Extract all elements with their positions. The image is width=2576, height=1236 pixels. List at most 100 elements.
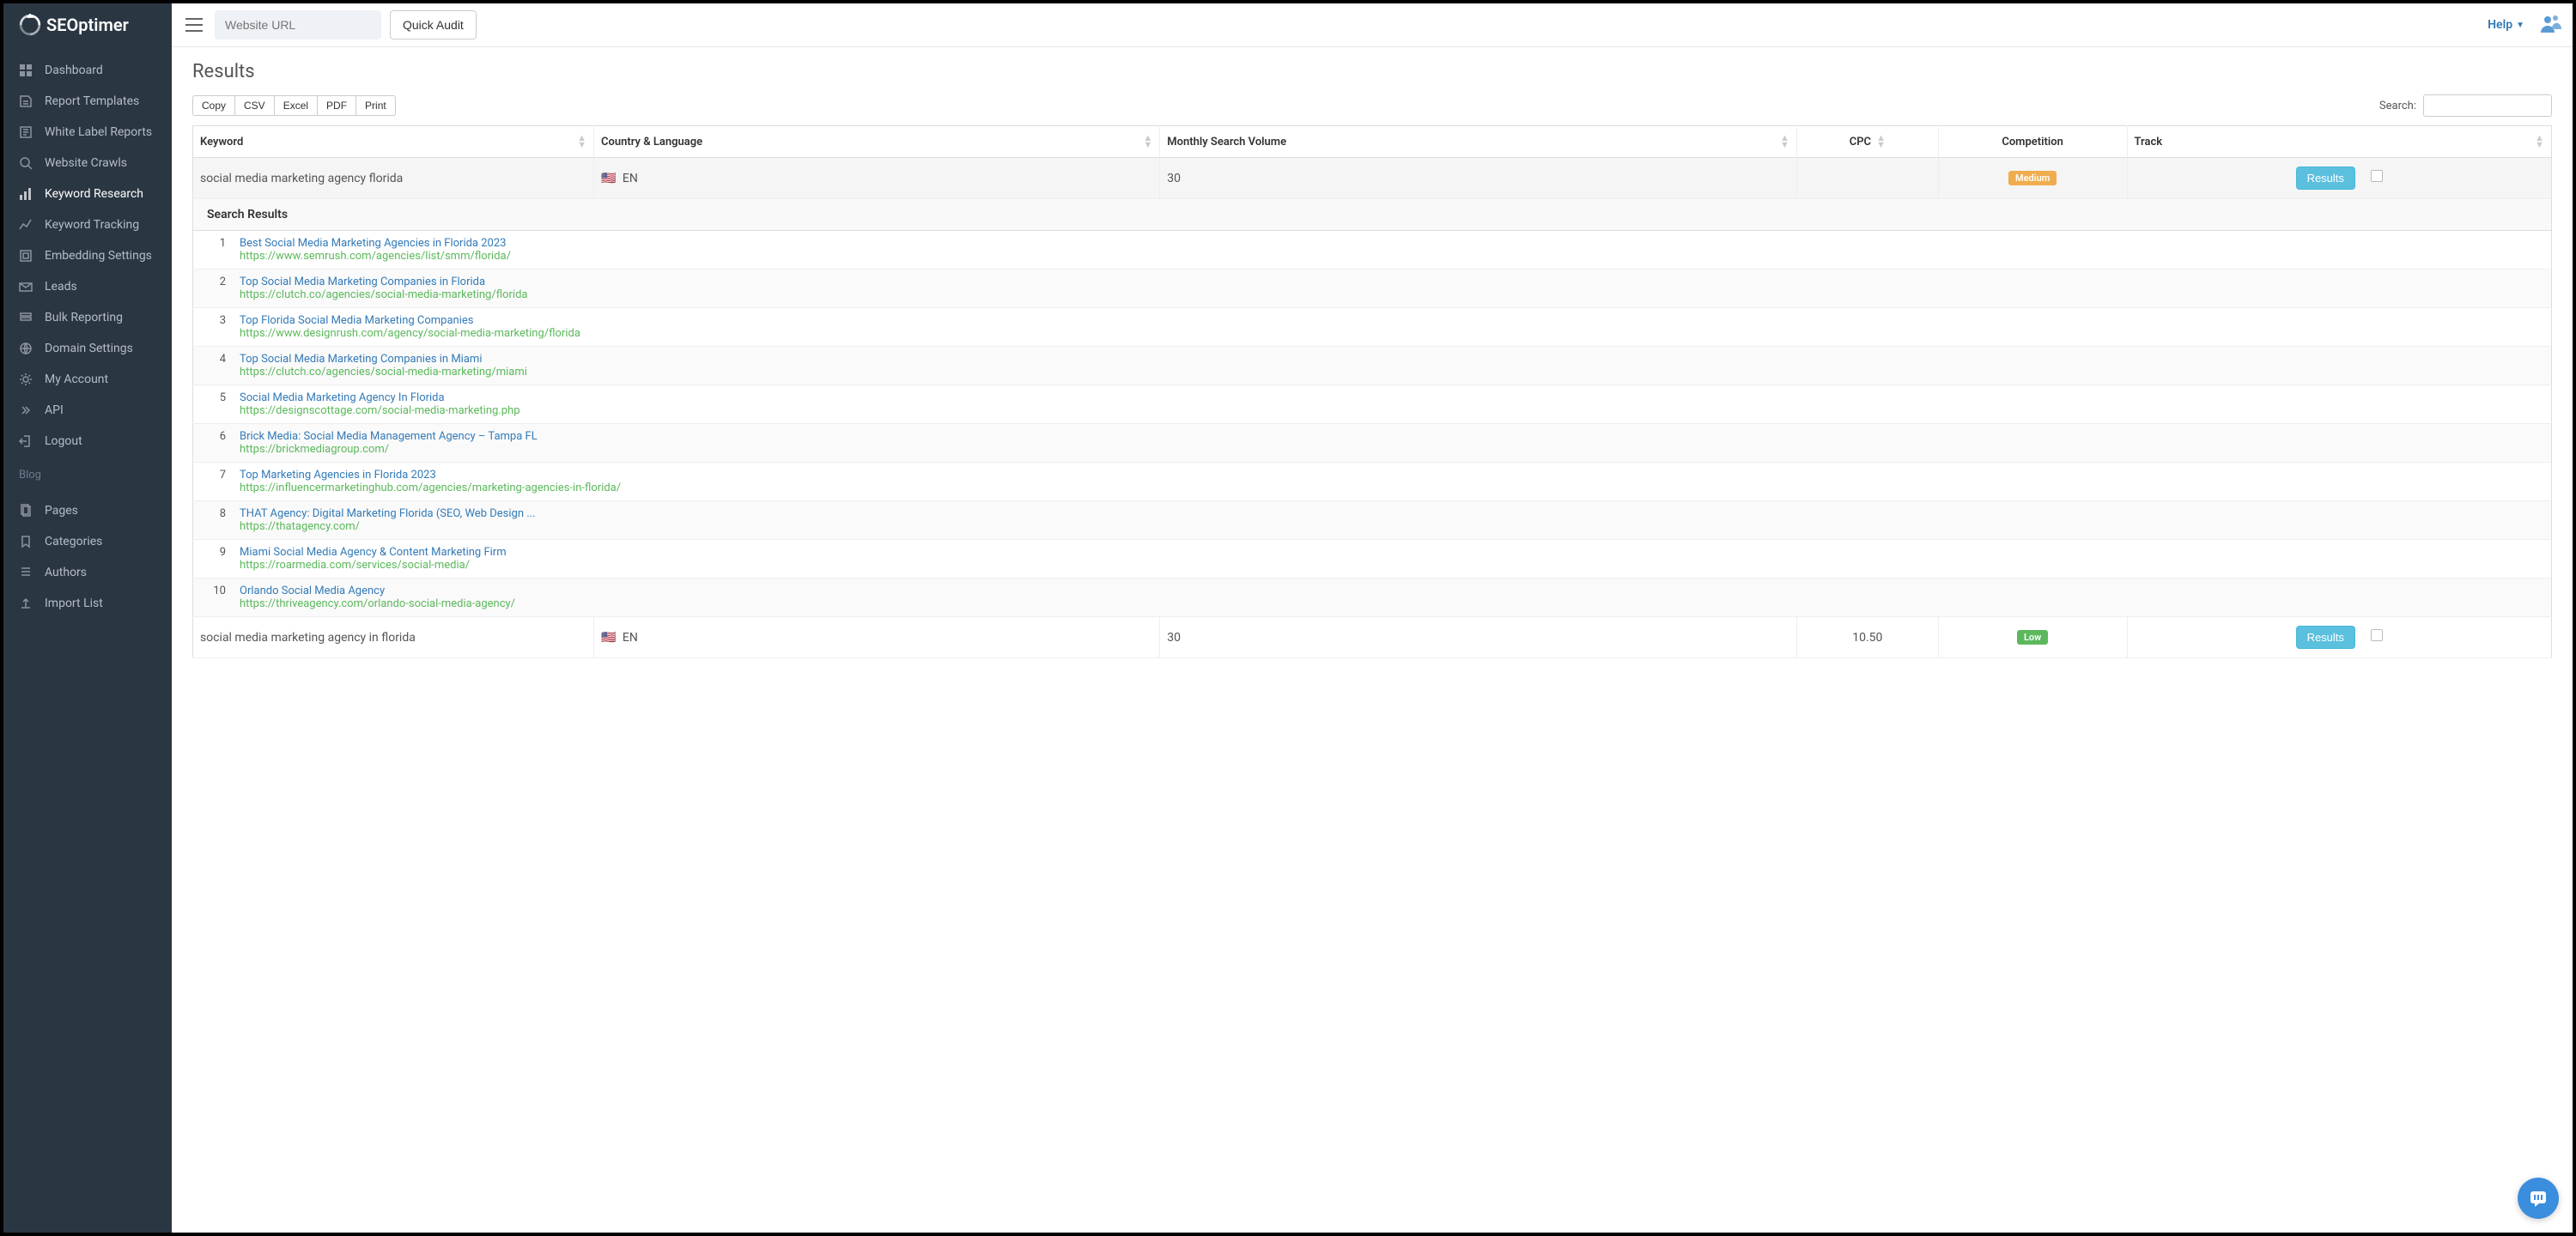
- page-title: Results: [192, 61, 2552, 82]
- result-title-link[interactable]: Miami Social Media Agency & Content Mark…: [240, 546, 507, 559]
- sidebar-item-report-templates[interactable]: Report Templates: [3, 86, 172, 117]
- result-title-link[interactable]: Top Social Media Marketing Companies in …: [240, 353, 527, 366]
- country-cell: 🇺🇸 EN: [593, 617, 1159, 658]
- result-url[interactable]: https://roarmedia.com/services/social-me…: [240, 559, 507, 572]
- sidebar-item-logout[interactable]: Logout: [3, 426, 172, 457]
- nav-icon: [19, 566, 33, 579]
- result-url[interactable]: https://brickmediagroup.com/: [240, 443, 538, 456]
- track-checkbox[interactable]: [2371, 170, 2383, 182]
- result-url[interactable]: https://thatagency.com/: [240, 520, 536, 533]
- hamburger-toggle[interactable]: [182, 13, 206, 37]
- sort-icon: ▲▼: [1876, 135, 1886, 148]
- sidebar-item-pages[interactable]: Pages: [3, 495, 172, 526]
- result-url[interactable]: https://www.designrush.com/agency/social…: [240, 327, 580, 340]
- result-title-link[interactable]: THAT Agency: Digital Marketing Florida (…: [240, 507, 536, 520]
- sidebar-item-website-crawls[interactable]: Website Crawls: [3, 148, 172, 179]
- sidebar-item-label: Website Crawls: [45, 156, 127, 170]
- print-export-button[interactable]: Print: [356, 95, 396, 116]
- sidebar-item-keyword-research[interactable]: Keyword Research: [3, 179, 172, 209]
- col-header-volume[interactable]: Monthly Search Volume▲▼: [1160, 126, 1797, 158]
- quick-audit-button[interactable]: Quick Audit: [390, 10, 477, 39]
- help-dropdown[interactable]: Help ▼: [2488, 18, 2524, 32]
- result-url[interactable]: https://thriveagency.com/orlando-social-…: [240, 597, 515, 610]
- search-label: Search:: [2379, 100, 2416, 112]
- result-title-link[interactable]: Top Marketing Agencies in Florida 2023: [240, 469, 621, 482]
- result-index: 4: [207, 353, 226, 379]
- nav-icon: [19, 249, 33, 263]
- result-title-link[interactable]: Top Social Media Marketing Companies in …: [240, 276, 528, 288]
- sidebar-item-label: Domain Settings: [45, 342, 133, 355]
- search-result-row: 9Miami Social Media Agency & Content Mar…: [193, 540, 2552, 579]
- result-url[interactable]: https://clutch.co/agencies/social-media-…: [240, 288, 528, 301]
- spinner-icon: [19, 14, 41, 36]
- result-index: 8: [207, 507, 226, 533]
- sidebar-item-api[interactable]: API: [3, 395, 172, 426]
- col-header-cpc[interactable]: CPC▲▼: [1796, 126, 1938, 158]
- col-header-keyword[interactable]: Keyword▲▼: [193, 126, 594, 158]
- sidebar-item-authors[interactable]: Authors: [3, 557, 172, 588]
- result-title-link[interactable]: Best Social Media Marketing Agencies in …: [240, 237, 511, 250]
- url-input[interactable]: [215, 10, 381, 39]
- brand-logo[interactable]: SEOptimer: [3, 3, 172, 46]
- search-result-row: 4 Top Social Media Marketing Companies in…: [193, 347, 2552, 385]
- search-result-row: 8 THAT Agency: Digital Marketing Florida …: [193, 501, 2552, 540]
- nav-icon: [19, 187, 33, 201]
- sidebar-item-bulk-reporting[interactable]: Bulk Reporting: [3, 302, 172, 333]
- result-url[interactable]: https://designscottage.com/social-media-…: [240, 404, 520, 417]
- col-header-competition[interactable]: Competition: [1938, 126, 2127, 158]
- copy-export-button[interactable]: Copy: [192, 95, 235, 116]
- sidebar-item-label: Keyword Research: [45, 187, 143, 201]
- nav-icon: [19, 125, 33, 139]
- chevron-down-icon: ▼: [2516, 21, 2524, 30]
- result-title-link[interactable]: Social Media Marketing Agency In Florida: [240, 391, 520, 404]
- sidebar-item-white-label-reports[interactable]: White Label Reports: [3, 117, 172, 148]
- sidebar-item-leads[interactable]: Leads: [3, 271, 172, 302]
- search-input[interactable]: [2423, 94, 2552, 117]
- sidebar-item-label: Import List: [45, 597, 103, 610]
- search-result-row: 6 Brick Media: Social Media Management Ag…: [193, 424, 2552, 463]
- chat-widget[interactable]: [2518, 1178, 2559, 1219]
- chat-icon: [2528, 1188, 2549, 1209]
- nav-icon: [19, 434, 33, 448]
- track-checkbox[interactable]: [2371, 629, 2383, 641]
- nav-icon: [19, 535, 33, 548]
- result-url[interactable]: https://www.semrush.com/agencies/list/sm…: [240, 250, 511, 263]
- result-index: 5: [207, 391, 226, 417]
- users-icon: [2540, 14, 2562, 33]
- nav-icon: [19, 156, 33, 170]
- pdf-export-button[interactable]: PDF: [318, 95, 356, 116]
- sidebar-item-label: Report Templates: [45, 94, 139, 108]
- sidebar-item-label: Dashboard: [45, 64, 103, 77]
- csv-export-button[interactable]: CSV: [235, 95, 275, 116]
- flag-icon: 🇺🇸: [601, 172, 616, 185]
- search-results-heading: Search Results: [193, 199, 2552, 231]
- result-title-link[interactable]: Orlando Social Media Agency: [240, 585, 515, 597]
- search-result-row: 10Orlando Social Media Agencyhttps://thr…: [193, 579, 2552, 617]
- sidebar-item-domain-settings[interactable]: Domain Settings: [3, 333, 172, 364]
- results-button[interactable]: Results: [2296, 626, 2355, 649]
- result-title-link[interactable]: Brick Media: Social Media Management Age…: [240, 430, 538, 443]
- keyword-row: social media marketing agency florida🇺🇸 …: [193, 158, 2552, 199]
- result-title-link[interactable]: Top Florida Social Media Marketing Compa…: [240, 314, 580, 327]
- sidebar-item-categories[interactable]: Categories: [3, 526, 172, 557]
- sort-icon: ▲▼: [1143, 135, 1152, 148]
- col-header-country[interactable]: Country & Language▲▼: [593, 126, 1159, 158]
- sidebar-item-keyword-tracking[interactable]: Keyword Tracking: [3, 209, 172, 240]
- sidebar-item-my-account[interactable]: My Account: [3, 364, 172, 395]
- result-url[interactable]: https://clutch.co/agencies/social-media-…: [240, 366, 527, 379]
- result-index: 3: [207, 314, 226, 340]
- col-header-track[interactable]: Track▲▼: [2127, 126, 2552, 158]
- results-button[interactable]: Results: [2296, 167, 2355, 190]
- excel-export-button[interactable]: Excel: [275, 95, 318, 116]
- sidebar-item-label: Embedding Settings: [45, 249, 152, 263]
- sidebar-item-embedding-settings[interactable]: Embedding Settings: [3, 240, 172, 271]
- hamburger-icon: [185, 18, 203, 32]
- result-index: 6: [207, 430, 226, 456]
- sidebar-item-import-list[interactable]: Import List: [3, 588, 172, 619]
- nav-icon: [19, 597, 33, 610]
- sidebar-item-label: Logout: [45, 434, 82, 448]
- sidebar-item-label: Leads: [45, 280, 77, 294]
- sidebar-item-dashboard[interactable]: Dashboard: [3, 55, 172, 86]
- result-url[interactable]: https://influencermarketinghub.com/agenc…: [240, 482, 621, 494]
- user-menu[interactable]: [2540, 14, 2562, 36]
